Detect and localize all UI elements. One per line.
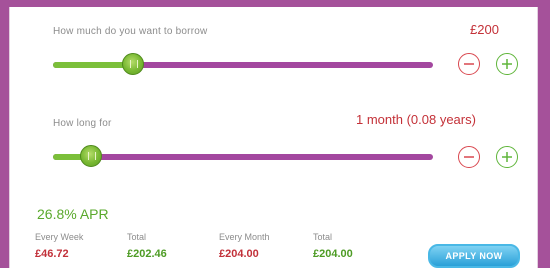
slider-thumb-icon[interactable] bbox=[121, 53, 144, 75]
duration-value: 1 month (0.08 years) bbox=[356, 112, 476, 127]
borrow-amount-slider[interactable] bbox=[53, 62, 433, 68]
minus-circle-icon[interactable] bbox=[458, 53, 480, 75]
borrow-amount-label: How much do you want to borrow bbox=[53, 26, 208, 37]
frame-left-border bbox=[0, 0, 9, 268]
duration-label: How long for bbox=[53, 118, 112, 129]
total-month-label: Total bbox=[313, 232, 333, 242]
calculator-panel bbox=[9, 7, 538, 268]
every-week-value: £46.72 bbox=[35, 248, 69, 260]
frame-top-border bbox=[0, 0, 550, 7]
total-week-value: £202.46 bbox=[127, 248, 167, 260]
borrow-amount-value: £200 bbox=[470, 22, 499, 37]
every-month-value: £204.00 bbox=[219, 248, 259, 260]
total-week-label: Total bbox=[127, 232, 147, 242]
total-month-value: £204.00 bbox=[313, 248, 353, 260]
every-week-label: Every Week bbox=[35, 232, 84, 242]
loan-calculator-frame: How much do you want to borrow £200 How … bbox=[0, 0, 550, 268]
every-month-label: Every Month bbox=[219, 232, 270, 242]
plus-circle-icon[interactable] bbox=[496, 146, 518, 168]
slider-thumb-icon[interactable] bbox=[80, 145, 102, 167]
frame-right-border bbox=[538, 0, 550, 268]
borrow-slider-fill bbox=[53, 62, 133, 68]
plus-circle-icon[interactable] bbox=[496, 53, 518, 75]
apr-rate: 26.8% APR bbox=[37, 206, 109, 222]
duration-slider[interactable] bbox=[53, 154, 433, 160]
minus-circle-icon[interactable] bbox=[458, 146, 480, 168]
apply-now-button[interactable]: APPLY NOW bbox=[428, 244, 520, 268]
